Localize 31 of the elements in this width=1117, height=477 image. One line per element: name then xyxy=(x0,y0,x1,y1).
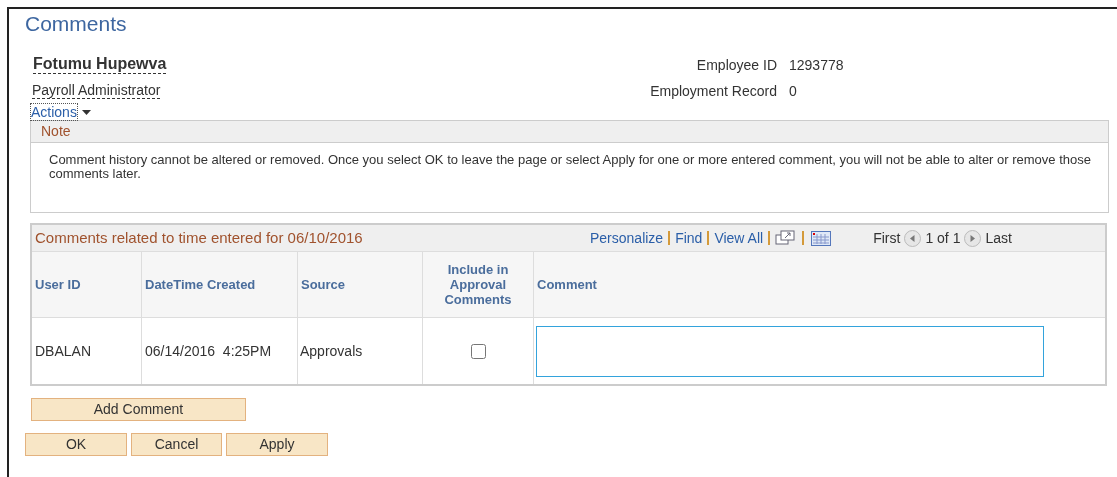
grid-link[interactable]: Personalize xyxy=(590,227,664,249)
caret-icon xyxy=(81,109,91,115)
employee-name: Fotumu Hupewva xyxy=(33,55,167,74)
next-icon[interactable] xyxy=(964,229,982,247)
action-button[interactable]: OK xyxy=(25,433,127,456)
page-title: Comments xyxy=(25,11,128,37)
note-title: Note xyxy=(31,121,1108,143)
table-cell: DBALAN xyxy=(32,318,142,384)
action-button[interactable]: Apply xyxy=(226,433,328,456)
grid-title: Comments related to time entered for 06/10/2016 xyxy=(35,227,364,248)
last-label: Last xyxy=(985,228,1012,248)
table-cell: 06/14/2016 4:25PM xyxy=(142,318,298,384)
include-checkbox[interactable] xyxy=(470,343,486,359)
grid-link[interactable]: Find xyxy=(675,227,703,249)
employee-role: Payroll Administrator xyxy=(32,82,161,99)
page-count: 1 of 1 xyxy=(925,228,961,248)
note-text: Comment history cannot be altered or removed. Once you select OK to leave the page or select Apply for one or more entered comment, you will not be able to alter or remove those comments later. xyxy=(49,151,1092,181)
field-label: Employee ID xyxy=(695,56,777,74)
field-label: Employment Record xyxy=(649,82,777,100)
comment-field[interactable] xyxy=(536,325,1044,377)
field-value: 0 xyxy=(789,82,797,100)
table-cell: Approvals xyxy=(298,318,423,384)
zoom-icon[interactable] xyxy=(775,230,796,246)
first-label: First xyxy=(873,228,901,248)
add-comment-button[interactable]: Add Comment xyxy=(31,398,246,421)
grid-link[interactable]: View All xyxy=(714,227,764,249)
column-header[interactable]: Comment xyxy=(534,252,1105,317)
field-value: 1293778 xyxy=(789,56,844,74)
spreadsheet-icon[interactable] xyxy=(811,230,832,246)
previous-icon[interactable] xyxy=(904,229,922,247)
action-button[interactable]: Cancel xyxy=(131,433,222,456)
